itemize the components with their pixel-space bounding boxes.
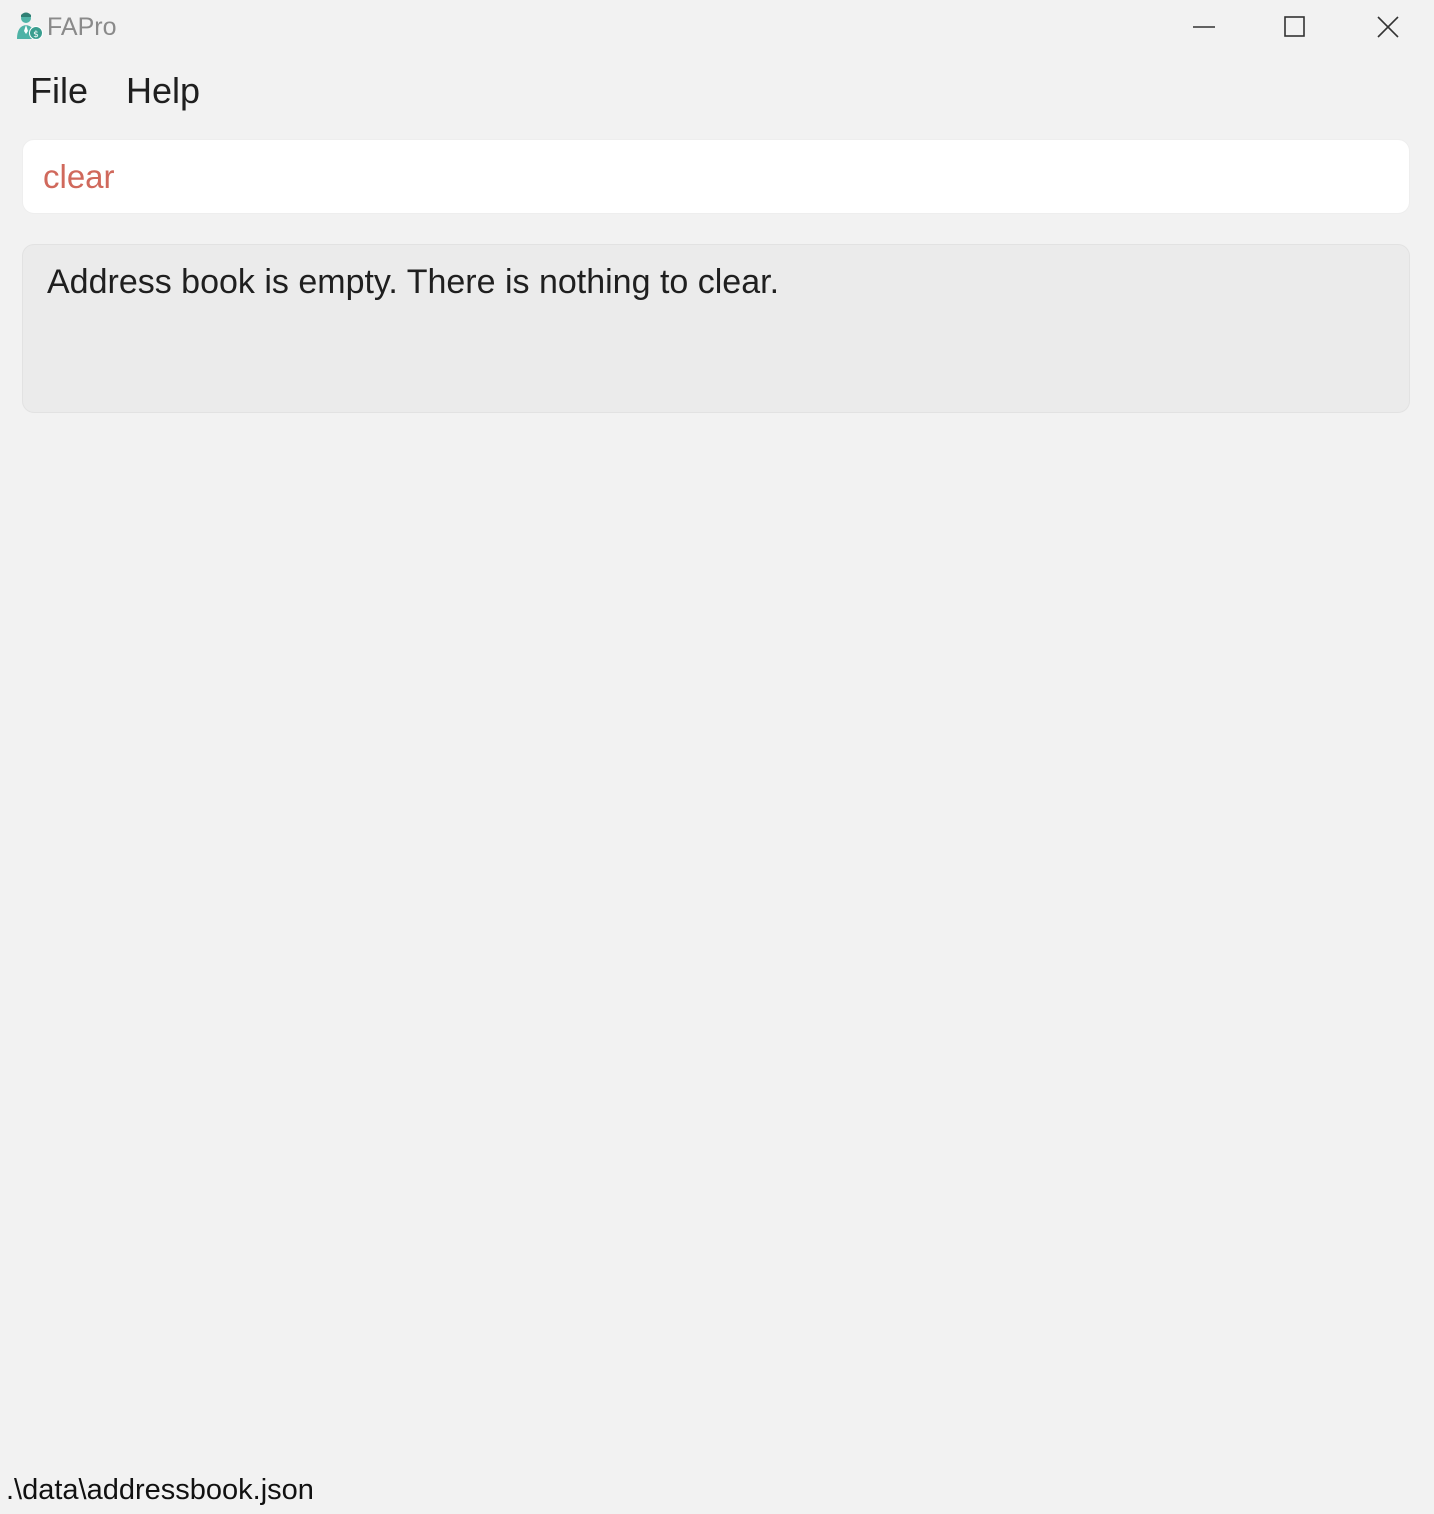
menu-help[interactable]: Help — [114, 67, 212, 115]
title-bar[interactable]: $ FAPro — [0, 0, 1434, 54]
close-button[interactable] — [1342, 0, 1434, 54]
close-icon — [1377, 16, 1399, 38]
status-bar-file-path: .\data\addressbook.json — [6, 1474, 314, 1506]
maximize-icon — [1284, 16, 1305, 37]
command-input[interactable] — [43, 140, 1383, 213]
svg-text:$: $ — [33, 30, 39, 40]
menu-bar: File Help — [18, 66, 226, 116]
menu-file[interactable]: File — [18, 67, 100, 115]
app-window: $ FAPro File Help Address book is empty.… — [0, 0, 1434, 1514]
app-logo-icon: $ — [17, 12, 43, 40]
maximize-button[interactable] — [1249, 0, 1341, 54]
minimize-icon — [1193, 26, 1215, 28]
window-title: FAPro — [47, 13, 117, 41]
result-message: Address book is empty. There is nothing … — [47, 263, 780, 301]
command-box[interactable] — [22, 139, 1410, 214]
minimize-button[interactable] — [1158, 0, 1250, 54]
result-display[interactable]: Address book is empty. There is nothing … — [22, 244, 1410, 413]
